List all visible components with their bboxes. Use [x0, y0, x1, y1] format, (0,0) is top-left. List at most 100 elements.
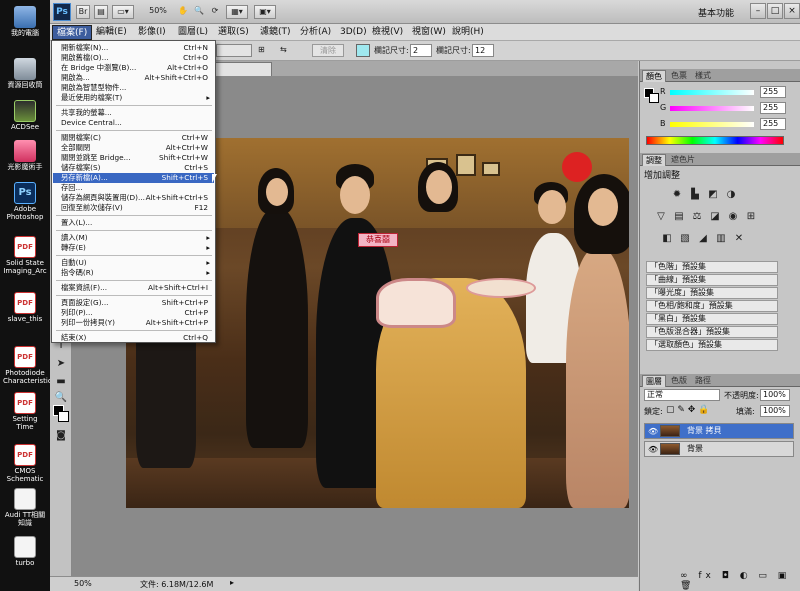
channel-b-slider[interactable]: [670, 122, 754, 127]
options-icon-2[interactable]: ⇆: [280, 45, 287, 54]
menu-4[interactable]: 選取(S): [214, 25, 253, 40]
desktop-icon[interactable]: PDF Photodiode Characteristic: [3, 346, 52, 385]
color-swatch[interactable]: [356, 44, 370, 57]
width-field[interactable]: 2: [410, 44, 432, 57]
file-menu-item[interactable]: 頁面設定(G)... Shift+Ctrl+P: [53, 298, 214, 308]
options-icon[interactable]: ⊞: [258, 45, 265, 54]
visibility-eye-icon[interactable]: 👁: [648, 443, 658, 457]
file-menu-item[interactable]: 自動(U) ▸: [53, 258, 214, 268]
file-menu-item[interactable]: 開啟舊檔(O)... Ctrl+O: [53, 53, 214, 63]
zoom-tool-icon[interactable]: 🔍: [192, 5, 206, 19]
file-menu-item[interactable]: 置入(L)...: [53, 218, 214, 228]
layer-row[interactable]: 👁 背景: [644, 441, 794, 457]
preset-item[interactable]: 「色相/飽和度」預設集: [646, 300, 778, 312]
menu-0[interactable]: 檔案(F): [52, 25, 93, 40]
arrange-documents-dropdown[interactable]: ▦▾: [226, 5, 248, 19]
black-white-icon[interactable]: ◪: [708, 211, 722, 223]
menu-9[interactable]: 視窗(W): [408, 25, 450, 40]
tab-masks[interactable]: 遮色片: [668, 154, 698, 166]
invert-icon[interactable]: ◧: [660, 233, 674, 245]
path-select-tool-icon[interactable]: ➤: [53, 357, 69, 371]
opacity-field[interactable]: 100%: [760, 389, 790, 401]
channel-b-value[interactable]: 255: [760, 118, 786, 130]
file-menu-item[interactable]: 開新檔案(N)... Ctrl+N: [53, 43, 214, 53]
options-field[interactable]: [216, 44, 252, 57]
brightness-icon[interactable]: ✹: [670, 189, 684, 201]
layer-row[interactable]: 👁 背景 拷貝: [644, 423, 794, 439]
file-menu-item[interactable]: 存回...: [53, 183, 214, 193]
color-spectrum-bar[interactable]: [646, 136, 784, 145]
file-menu-item[interactable]: 另存新檔(A)... Shift+Ctrl+S: [53, 173, 214, 183]
status-arrow-icon[interactable]: ▸: [230, 578, 234, 587]
file-menu-item[interactable]: 在 Bridge 中瀏覽(B)... Alt+Ctrl+O: [53, 63, 214, 73]
file-menu-item[interactable]: 全部關閉 Alt+Ctrl+W: [53, 143, 214, 153]
posterize-icon[interactable]: ▧: [678, 233, 692, 245]
visibility-eye-icon[interactable]: 👁: [648, 425, 658, 439]
selective-color-icon[interactable]: ✕: [732, 233, 746, 245]
file-menu-item[interactable]: 共享我的螢幕...: [53, 108, 214, 118]
curves-icon[interactable]: ◩: [706, 189, 720, 201]
desktop-icon[interactable]: Audi TT相關知識: [3, 488, 47, 527]
file-menu-item[interactable]: Device Central...: [53, 118, 214, 128]
desktop-icon[interactable]: PDF Setting Time: [3, 392, 47, 431]
rotate-view-icon[interactable]: ⟳: [208, 5, 222, 19]
height-field[interactable]: 12: [472, 44, 494, 57]
file-menu-item[interactable]: 讀入(M) ▸: [53, 233, 214, 243]
channel-mixer-icon[interactable]: ⊞: [744, 211, 758, 223]
file-menu-item[interactable]: 檔案資訊(F)... Alt+Shift+Ctrl+I: [53, 283, 214, 293]
zoom-level[interactable]: 50%: [142, 5, 174, 19]
fill-field[interactable]: 100%: [760, 405, 790, 417]
desktop-icon[interactable]: ACDSee: [3, 100, 47, 131]
file-menu-item[interactable]: 開啟為... Alt+Shift+Ctrl+O: [53, 73, 214, 83]
preset-item[interactable]: 「曝光度」預設集: [646, 287, 778, 299]
desktop-icon[interactable]: 光影魔術手: [3, 140, 47, 171]
exposure-icon[interactable]: ◑: [724, 189, 738, 201]
file-menu-item[interactable]: 列印(P)... Ctrl+P: [53, 308, 214, 318]
channel-g-slider[interactable]: [670, 106, 754, 111]
minimize-button[interactable]: –: [750, 3, 766, 19]
desktop-icon[interactable]: PDF slave_this: [3, 292, 47, 323]
tab-swatches[interactable]: 色票: [668, 70, 690, 82]
file-menu-item[interactable]: 回復至前次儲存(V) F12: [53, 203, 214, 213]
desktop-icon[interactable]: PDF Solid State Imaging_Arc: [3, 236, 47, 275]
threshold-icon[interactable]: ◢: [696, 233, 710, 245]
file-menu-item[interactable]: 開啟為智慧型物件...: [53, 83, 214, 93]
tab-layers[interactable]: 圖層: [642, 375, 666, 387]
file-menu-item[interactable]: 結束(X) Ctrl+Q: [53, 333, 214, 343]
hue-saturation-icon[interactable]: ▤: [672, 211, 686, 223]
preset-item[interactable]: 「色階」預設集: [646, 261, 778, 273]
file-menu-item[interactable]: 最近使用的檔案(T) ▸: [53, 93, 214, 103]
menu-6[interactable]: 分析(A): [296, 25, 335, 40]
channel-r-value[interactable]: 255: [760, 86, 786, 98]
panel-bg-swatch[interactable]: [649, 93, 659, 103]
mini-bridge-icon[interactable]: ▤: [94, 5, 108, 19]
zoom-tool-icon-2[interactable]: 🔍: [53, 391, 69, 405]
photo-filter-icon[interactable]: ◉: [726, 211, 740, 223]
gradient-map-icon[interactable]: ▥: [714, 233, 728, 245]
color-balance-icon[interactable]: ⚖: [690, 211, 704, 223]
extras-dropdown[interactable]: ▭▾: [112, 5, 134, 19]
channel-r-slider[interactable]: [670, 90, 754, 95]
screen-mode-dropdown[interactable]: ▣▾: [254, 5, 276, 19]
desktop-icon[interactable]: 資源回收筒: [3, 58, 47, 89]
menu-8[interactable]: 檢視(V): [368, 25, 407, 40]
tab-paths[interactable]: 路徑: [692, 375, 714, 387]
file-menu-item[interactable]: 關閉並跳至 Bridge... Shift+Ctrl+W: [53, 153, 214, 163]
workspace-switcher[interactable]: 基本功能: [698, 6, 734, 19]
status-zoom[interactable]: 50%: [74, 579, 92, 588]
close-button[interactable]: ×: [784, 3, 800, 19]
file-menu-item[interactable]: 列印一份拷貝(Y) Alt+Shift+Ctrl+P: [53, 318, 214, 328]
preset-item[interactable]: 「黑白」預設集: [646, 313, 778, 325]
background-color-swatch[interactable]: [58, 411, 69, 422]
bridge-icon[interactable]: Br: [76, 5, 90, 19]
file-menu-item[interactable]: 儲存檔案(S) Ctrl+S: [53, 163, 214, 173]
tab-color[interactable]: 顏色: [642, 70, 666, 82]
file-menu-item[interactable]: 關閉檔案(C) Ctrl+W: [53, 133, 214, 143]
menu-10[interactable]: 說明(H): [448, 25, 488, 40]
desktop-icon[interactable]: Ps Adobe Photoshop: [3, 182, 47, 221]
shape-tool-icon[interactable]: ▬: [53, 375, 69, 389]
vibrance-icon[interactable]: ▽: [654, 211, 668, 223]
hand-tool-icon[interactable]: ✋: [176, 5, 190, 19]
menu-3[interactable]: 圖層(L): [174, 25, 212, 40]
blend-mode-select[interactable]: 正常: [644, 389, 720, 401]
